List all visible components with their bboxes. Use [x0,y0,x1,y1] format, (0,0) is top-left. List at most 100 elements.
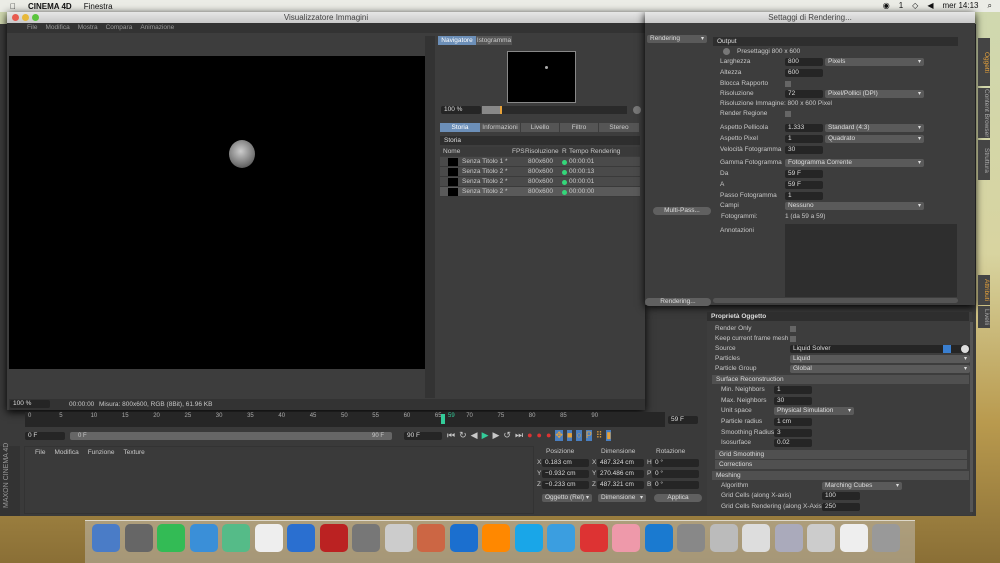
section-corrections[interactable]: Corrections [715,460,967,469]
regione-checkbox[interactable] [785,111,791,117]
tab-informazioni[interactable]: Informazioni [480,123,520,132]
adobe-status[interactable]: 1 [899,1,903,11]
particles-dropdown[interactable]: Liquid [790,355,970,363]
navigator-thumbnail[interactable] [507,51,576,103]
history-row[interactable]: Senza Titolo 2 * 800x600 00:00:00 [440,187,640,197]
annotations-textarea[interactable] [785,224,957,297]
dock-app-icon[interactable] [579,524,608,552]
navigator-zoom-field[interactable]: 100 % [441,106,481,114]
multipass-button[interactable]: Multi-Pass... [653,207,711,215]
history-row[interactable]: Senza Titolo 2 * 800x600 00:00:13 [440,167,640,177]
dock-app-icon[interactable] [677,524,705,552]
dock-app-icon[interactable] [222,524,250,552]
clock[interactable]: mer 14:13 [942,1,978,11]
algo-field[interactable]: Marching Cubes [822,482,902,490]
altezza-field[interactable]: 600 [785,69,823,77]
status-zoom-field[interactable]: 100 % [10,400,50,408]
current-frame-field[interactable]: 59 F [668,416,698,424]
play-icon[interactable]: ▶ [482,430,489,441]
dock-app-icon[interactable] [872,524,900,552]
zoom-plus-button[interactable] [633,106,641,114]
side-tab-struttura[interactable]: Struttura [978,140,990,180]
unit-field[interactable]: Physical Simulation [774,407,854,415]
preset-button[interactable] [723,48,730,55]
history-row[interactable]: Senza Titolo 2 * 800x600 00:00:01 [440,177,640,187]
menu-file[interactable]: File [27,23,37,33]
a-field[interactable]: 59 F [785,181,823,189]
dock-app-icon[interactable] [449,524,478,552]
dock-app-icon[interactable] [124,524,153,552]
section-meshing[interactable]: Meshing [712,471,969,480]
campi-dropdown[interactable]: Nessuno [785,202,924,210]
dock-app-icon[interactable] [514,524,543,552]
menu-modifica[interactable]: Modifica [54,449,78,456]
min-field[interactable]: 1 [774,386,812,394]
pos-y-field[interactable]: −0.932 cm [542,470,589,478]
close-button[interactable] [12,14,19,21]
status-icon[interactable]: ◉ [883,1,890,11]
viewer-scrollbar[interactable] [425,36,435,398]
gamma-dropdown[interactable]: Fotogramma Corrente [785,159,924,167]
dim-y-field[interactable]: 270.486 cm [597,470,644,478]
menu-funzione[interactable]: Funzione [88,449,115,456]
col-nome[interactable]: Nome [443,147,460,156]
end-frame-field[interactable]: 90 F [404,432,442,440]
tab-stereo[interactable]: Stereo [599,123,639,132]
history-row[interactable]: Senza Titolo 1 * 800x600 00:00:01 [440,157,640,167]
timeline-icon[interactable]: ▮ [606,430,612,441]
dock-app-icon[interactable] [774,524,803,552]
dock-app-icon[interactable] [612,524,640,552]
frame-range-slider[interactable]: 0 F 90 F [70,432,392,440]
smooth-field[interactable]: 3 [774,429,812,437]
key-scale-icon[interactable]: ■ [566,430,573,441]
loop2-icon[interactable]: ↺ [503,430,511,441]
coord-dimension-dropdown[interactable]: Dimensione [598,494,646,502]
timeline-playhead[interactable] [441,414,445,424]
menu-file[interactable]: File [35,449,45,456]
render-button[interactable]: Rendering... [645,298,711,306]
menu-mostra[interactable]: Mostra [78,23,98,33]
tab-livello[interactable]: Livello [521,123,559,132]
dock-app-icon[interactable] [319,524,348,552]
apple-icon[interactable]:  [10,2,16,11]
menu-compara[interactable]: Compara [106,23,133,33]
side-tab-livelli[interactable]: Livelli [978,306,990,328]
zoom-button[interactable] [32,14,39,21]
dock-app-icon[interactable] [839,524,868,552]
loop-icon[interactable]: ↻ [459,430,467,441]
key-pla-icon[interactable]: ⠿ [596,430,603,441]
attr-scrollbar[interactable] [970,322,973,512]
dock-app-icon[interactable] [482,524,510,552]
passo-field[interactable]: 1 [785,192,823,200]
pos-z-field[interactable]: −0.233 cm [542,481,589,489]
autokey-icon[interactable]: ● [537,430,542,441]
source-pick-icon[interactable] [961,345,969,353]
record-keys-icon[interactable]: ● [527,430,532,441]
render-titlebar[interactable]: Settaggi di Rendering... [645,12,975,23]
dock-app-icon[interactable] [157,524,185,552]
dim-z-field[interactable]: 487.321 cm [597,481,644,489]
max-field[interactable]: 30 [774,397,812,405]
tab-istogramma[interactable]: Istogramma [476,36,512,45]
go-end-icon[interactable]: ⏭ [515,430,523,441]
menu-animazione[interactable]: Animazione [140,23,174,33]
radius-field[interactable]: 1 cm [774,418,812,426]
step-forward-icon[interactable]: ▶ [493,430,500,441]
section-surface-reconstruction[interactable]: Surface Reconstruction [712,375,969,384]
render-viewport[interactable] [9,56,425,369]
render-only-checkbox[interactable] [790,326,796,332]
apply-button[interactable]: Applica [654,494,702,502]
key-param-icon[interactable]: P [585,430,592,441]
viewer-titlebar[interactable]: Visualizzatore Immagini [7,12,645,23]
start-frame-field[interactable]: 0 F [25,432,65,440]
pixel-dropdown[interactable]: Quadrato [825,135,924,143]
key-position-icon[interactable]: ✥ [555,430,563,441]
col-r[interactable]: R [562,147,567,156]
navigator-zoom-slider[interactable] [482,106,627,114]
keep-checkbox[interactable] [790,336,796,342]
pos-x-field[interactable]: 0.183 cm [542,459,589,467]
timeline-ruler[interactable]: 0 5 10 15 20 25 30 35 40 45 50 55 60 65 70 75 80 85 90 59 [25,412,665,427]
dock-app-icon[interactable] [287,524,315,552]
dock-app-icon[interactable] [742,524,770,552]
volume-icon[interactable]: ◀ [927,1,933,11]
